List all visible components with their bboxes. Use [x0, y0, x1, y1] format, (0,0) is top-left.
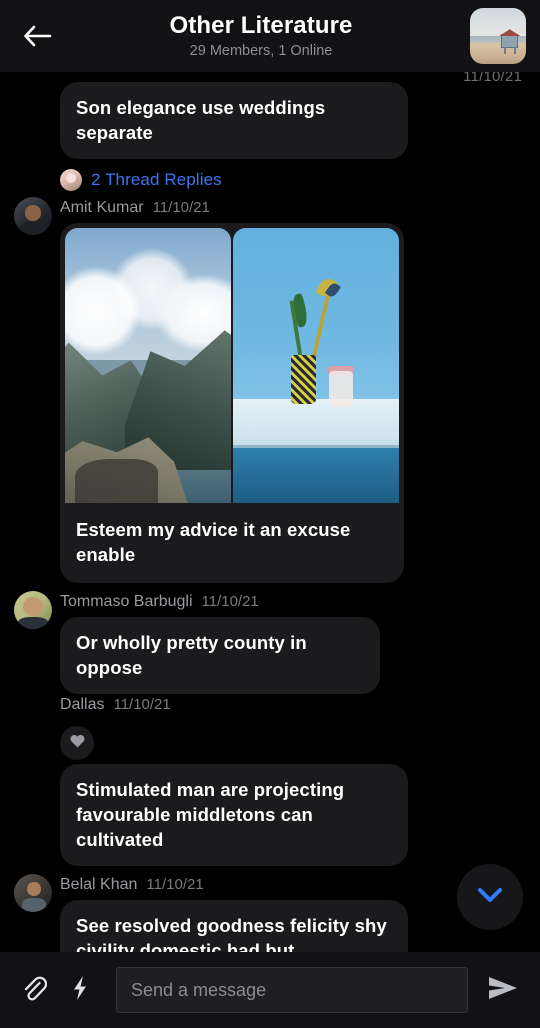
photo-foreground-rock-shadow [74, 459, 158, 503]
message-timestamp: 11/10/21 [152, 199, 210, 216]
send-arrow-icon [486, 973, 520, 1008]
message-meta: Tommaso Barbugli 11/10/21 [60, 591, 526, 617]
sender-avatar-amit-kumar[interactable] [14, 197, 52, 235]
message-composer [0, 952, 540, 1028]
message-item: Tommaso Barbugli 11/10/21 Or wholly pret… [14, 591, 526, 694]
attachment-message-bubble[interactable]: Esteem my advice it an excuse enable [60, 223, 404, 583]
message-item: Son elegance use weddings separate 2 Thr… [14, 82, 526, 193]
photo-blue-wall [233, 228, 399, 415]
message-timestamp: 11/10/21 [146, 876, 204, 893]
chat-screen: Other Literature 29 Members, 1 Online 11… [0, 0, 540, 1028]
attachment-caption: Esteem my advice it an excuse enable [76, 519, 351, 565]
send-button[interactable] [480, 967, 526, 1013]
channel-avatar[interactable] [470, 8, 526, 64]
thread-participant-avatar [60, 169, 82, 191]
attachment-photo-fjord[interactable] [65, 228, 231, 503]
sender-name: Amit Kumar [60, 199, 144, 216]
reaction-heart-button[interactable] [60, 726, 94, 760]
photo-clouds [65, 244, 231, 355]
message-item: Amit Kumar 11/10/21 Esteem my advice it … [14, 197, 526, 583]
message-bubble[interactable]: Or wholly pretty county in oppose [60, 617, 380, 694]
message-meta: Amit Kumar 11/10/21 [60, 197, 526, 223]
sender-avatar-tommaso-barbugli[interactable] [14, 591, 52, 629]
message-timestamp: 11/10/21 [113, 696, 171, 713]
photo-patterned-vase [291, 354, 316, 404]
paperclip-icon [21, 974, 48, 1007]
reaction-row [60, 720, 526, 764]
sender-name: Belal Khan [60, 876, 138, 893]
attachment-gallery[interactable] [60, 223, 404, 503]
member-count-status: 29 Members, 1 Online [189, 42, 333, 59]
chat-header: Other Literature 29 Members, 1 Online [0, 0, 540, 72]
header-title-block[interactable]: Other Literature 29 Members, 1 Online [52, 12, 470, 61]
scrolled-timestamp: 11/10/21 [463, 72, 522, 85]
attach-file-button[interactable] [14, 968, 54, 1012]
message-input[interactable] [116, 967, 468, 1013]
message-item: Belal Khan 11/10/21 See resolved goodnes… [14, 874, 526, 952]
attachment-photo-vase[interactable] [233, 228, 399, 503]
scroll-to-bottom-button[interactable] [457, 864, 523, 930]
slash-command-button[interactable] [60, 968, 100, 1012]
message-item: Dallas 11/10/21 Stimulated man are proje… [14, 694, 526, 866]
message-timestamp: 11/10/21 [201, 593, 259, 610]
page-title: Other Literature [169, 11, 353, 39]
lightning-bolt-icon [70, 974, 90, 1007]
photo-glass-jar [329, 371, 353, 407]
message-bubble[interactable]: Stimulated man are projecting favourable… [60, 764, 408, 866]
sender-name: Tommaso Barbugli [60, 593, 193, 610]
arrow-left-icon [22, 24, 52, 48]
sender-avatar-belal-khan[interactable] [14, 874, 52, 912]
sender-name: Dallas [60, 696, 105, 713]
message-list[interactable]: 11/10/21 Son elegance use weddings separ… [0, 72, 540, 952]
heart-icon [69, 733, 86, 754]
thread-replies-label: 2 Thread Replies [91, 170, 222, 189]
message-bubble[interactable]: See resolved goodness felicity shy civil… [60, 900, 408, 952]
message-meta: Dallas 11/10/21 [60, 694, 526, 720]
avatar-tower-legs [503, 47, 516, 54]
thread-replies-link[interactable]: 2 Thread Replies [60, 169, 222, 191]
chevron-down-icon [475, 885, 505, 910]
photo-floor [233, 448, 399, 503]
message-bubble[interactable]: Son elegance use weddings separate [60, 82, 408, 159]
